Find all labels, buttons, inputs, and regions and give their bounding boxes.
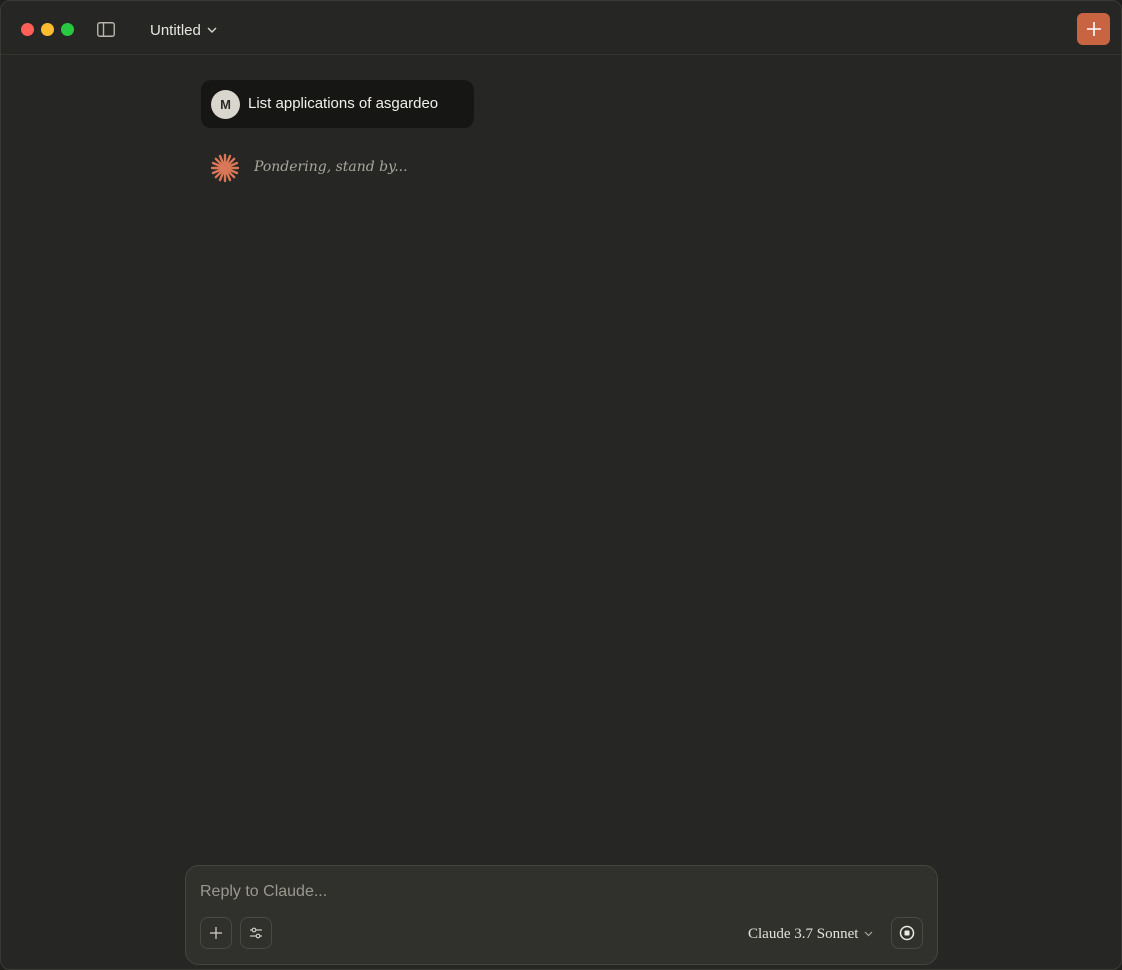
conversation-title-dropdown[interactable]: Untitled <box>150 19 217 41</box>
app-window: Untitled M List applications of asgardeo <box>0 0 1122 970</box>
sidebar-toggle-icon[interactable] <box>96 21 116 38</box>
plus-icon <box>210 927 222 939</box>
close-window-button[interactable] <box>21 23 34 36</box>
message-composer: Claude 3.7 Sonnet <box>185 865 938 965</box>
attach-button[interactable] <box>200 917 232 949</box>
plus-icon <box>1086 22 1101 36</box>
assistant-thinking: Pondering, stand by... <box>210 153 408 183</box>
model-label: Claude 3.7 Sonnet <box>748 925 859 942</box>
conversation-title: Untitled <box>150 21 201 39</box>
model-selector[interactable]: Claude 3.7 Sonnet <box>748 924 873 944</box>
new-chat-button[interactable] <box>1077 13 1110 45</box>
minimize-window-button[interactable] <box>41 23 54 36</box>
tools-button[interactable] <box>240 917 272 949</box>
chevron-down-icon <box>864 931 873 937</box>
reply-input[interactable] <box>200 880 900 904</box>
avatar: M <box>211 90 240 119</box>
title-bar: Untitled <box>1 1 1121 55</box>
sliders-icon <box>250 927 262 939</box>
user-message: M List applications of asgardeo <box>201 80 474 128</box>
user-message-text: List applications of asgardeo <box>248 95 439 112</box>
maximize-window-button[interactable] <box>61 23 74 36</box>
chevron-down-icon <box>207 27 217 33</box>
stop-icon <box>899 925 915 941</box>
spark-icon <box>210 153 240 183</box>
thinking-status: Pondering, stand by... <box>254 159 408 175</box>
stop-button[interactable] <box>891 917 923 949</box>
